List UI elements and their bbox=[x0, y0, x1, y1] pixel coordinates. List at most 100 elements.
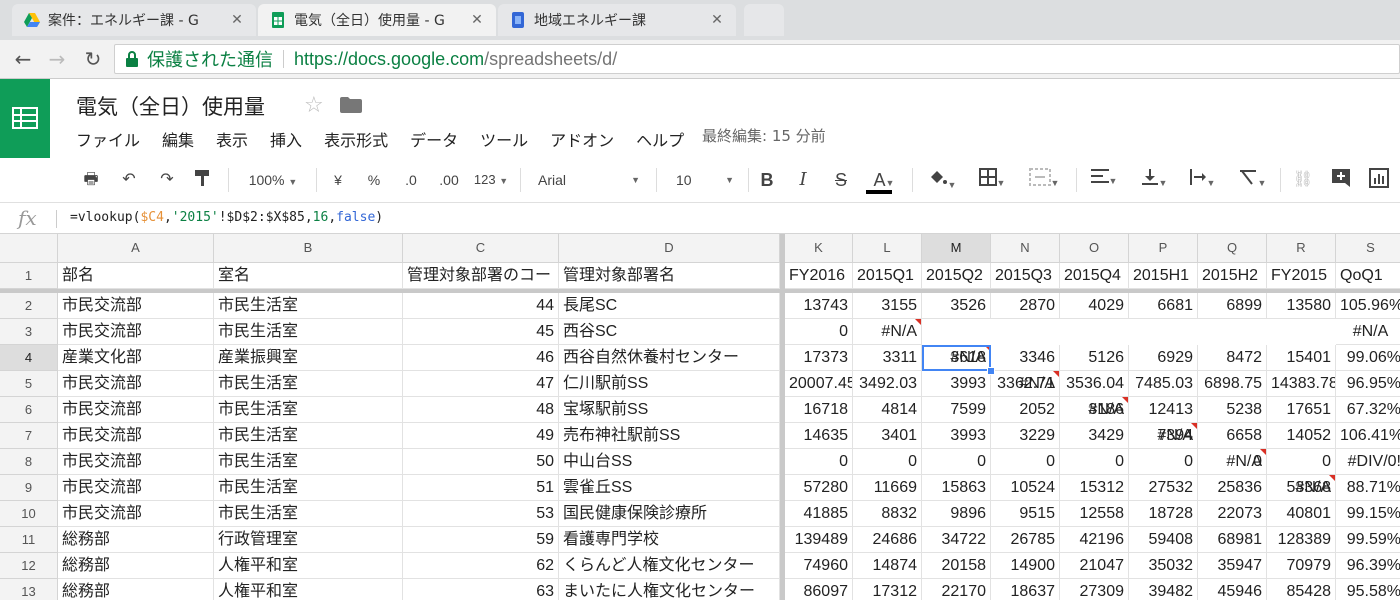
star-icon[interactable]: ☆ bbox=[304, 93, 324, 118]
column-header-k[interactable]: K bbox=[785, 234, 853, 263]
table-cell[interactable]: 0 bbox=[853, 449, 922, 475]
close-icon[interactable]: ✕ bbox=[470, 12, 484, 28]
row-number[interactable]: 1 bbox=[0, 263, 58, 289]
table-cell[interactable]: 市民生活室 bbox=[214, 475, 403, 501]
row-number[interactable]: 9 bbox=[0, 475, 58, 501]
table-cell[interactable]: 7394 bbox=[1129, 423, 1198, 449]
text-rotation-button[interactable]: ▼ bbox=[1232, 168, 1272, 192]
undo-icon[interactable]: ↶ bbox=[116, 168, 142, 192]
table-cell[interactable]: 35032 bbox=[1129, 553, 1198, 579]
new-tab-button[interactable] bbox=[744, 4, 784, 36]
tab-drive[interactable]: 案件：エネルギー課 - G ✕ bbox=[12, 4, 256, 36]
table-cell[interactable]: 68981 bbox=[1198, 527, 1267, 553]
table-cell[interactable]: 中山台SS bbox=[559, 449, 780, 475]
table-cell[interactable]: 市民生活室 bbox=[214, 423, 403, 449]
table-cell[interactable]: 市民交流部 bbox=[58, 293, 214, 319]
table-cell[interactable]: 11669 bbox=[853, 475, 922, 501]
table-cell[interactable]: 57280 bbox=[785, 475, 853, 501]
column-header-r[interactable]: R bbox=[1267, 234, 1336, 263]
table-cell[interactable]: 市民生活室 bbox=[214, 319, 403, 345]
table-cell[interactable]: 西谷自然休養村センター bbox=[559, 345, 780, 371]
table-cell[interactable]: 4029 bbox=[1060, 293, 1129, 319]
table-cell[interactable]: #N/A bbox=[1336, 319, 1400, 345]
table-cell[interactable]: 0 bbox=[1267, 449, 1336, 475]
header-cell[interactable]: 2015H1 bbox=[1129, 263, 1198, 289]
table-cell[interactable]: くらんど人権文化センター bbox=[559, 553, 780, 579]
table-cell[interactable]: 3311 bbox=[853, 345, 922, 371]
column-header-p[interactable]: P bbox=[1129, 234, 1198, 263]
table-cell[interactable]: 27309 bbox=[1060, 579, 1129, 600]
insert-link-icon[interactable]: ⛓ bbox=[1290, 168, 1316, 192]
insert-comment-icon[interactable] bbox=[1328, 168, 1354, 192]
table-cell[interactable]: 0 bbox=[785, 449, 853, 475]
header-cell[interactable]: 2015Q4 bbox=[1060, 263, 1129, 289]
header-cell[interactable]: 2015Q3 bbox=[991, 263, 1060, 289]
decrease-decimal-button[interactable]: .0 bbox=[396, 168, 426, 192]
row-number[interactable]: 3 bbox=[0, 319, 58, 345]
table-cell[interactable]: 5238 bbox=[1198, 397, 1267, 423]
table-cell[interactable]: 6658 bbox=[1198, 423, 1267, 449]
table-cell[interactable]: 53368 bbox=[1267, 475, 1336, 501]
menu-file[interactable]: ファイル bbox=[76, 127, 140, 151]
table-cell[interactable]: 2052 bbox=[991, 397, 1060, 423]
text-wrap-button[interactable]: ▼ bbox=[1182, 168, 1222, 192]
table-cell[interactable]: #DIV/0! bbox=[1336, 449, 1400, 475]
last-edit-label[interactable]: 最終編集: 15 分前 bbox=[702, 125, 826, 146]
close-icon[interactable]: ✕ bbox=[710, 12, 724, 28]
table-cell[interactable]: 18637 bbox=[991, 579, 1060, 600]
table-cell[interactable]: 45946 bbox=[1198, 579, 1267, 600]
table-cell[interactable]: 人権平和室 bbox=[214, 553, 403, 579]
table-cell[interactable]: 96.39% bbox=[1336, 553, 1400, 579]
table-cell[interactable]: 12413 bbox=[1129, 397, 1198, 423]
zoom-select[interactable]: 100% ▼ bbox=[240, 168, 306, 192]
table-cell[interactable]: 39482 bbox=[1129, 579, 1198, 600]
insert-chart-icon[interactable] bbox=[1366, 168, 1392, 192]
table-cell[interactable]: 市民生活室 bbox=[214, 397, 403, 423]
header-cell[interactable]: FY2015 bbox=[1267, 263, 1336, 289]
header-cell[interactable]: 管理対象部署名 bbox=[559, 263, 780, 289]
row-number[interactable]: 4 bbox=[0, 345, 58, 371]
table-cell[interactable]: 市民交流部 bbox=[58, 397, 214, 423]
frozen-row-divider[interactable] bbox=[0, 289, 1400, 293]
table-cell[interactable]: 3346 bbox=[991, 345, 1060, 371]
table-cell[interactable]: 13580 bbox=[1267, 293, 1336, 319]
table-cell[interactable]: 3362.71 bbox=[991, 371, 1060, 397]
table-cell[interactable]: 20007.45 bbox=[785, 371, 853, 397]
column-header-a[interactable]: A bbox=[58, 234, 214, 263]
forward-icon[interactable]: → bbox=[46, 48, 68, 70]
row-number[interactable]: 13 bbox=[0, 579, 58, 600]
table-cell[interactable]: 3401 bbox=[853, 423, 922, 449]
header-cell[interactable]: QoQ1 bbox=[1336, 263, 1400, 289]
table-cell[interactable]: 49 bbox=[403, 423, 559, 449]
table-cell[interactable]: 63 bbox=[403, 579, 559, 600]
column-header-s[interactable]: S bbox=[1336, 234, 1400, 263]
table-cell[interactable]: 17651 bbox=[1267, 397, 1336, 423]
table-cell[interactable]: 25836 bbox=[1198, 475, 1267, 501]
table-cell[interactable]: 18728 bbox=[1129, 501, 1198, 527]
menu-addons[interactable]: アドオン bbox=[550, 127, 614, 151]
table-cell[interactable]: 市民交流部 bbox=[58, 319, 214, 345]
table-cell[interactable]: 市民生活室 bbox=[214, 293, 403, 319]
table-cell[interactable]: 40801 bbox=[1267, 501, 1336, 527]
column-header-l[interactable]: L bbox=[853, 234, 922, 263]
folder-icon[interactable] bbox=[340, 97, 362, 113]
row-number[interactable]: 6 bbox=[0, 397, 58, 423]
table-cell[interactable]: 48 bbox=[403, 397, 559, 423]
table-cell[interactable]: 44 bbox=[403, 293, 559, 319]
sheets-logo[interactable] bbox=[0, 79, 50, 158]
table-cell[interactable]: 8832 bbox=[853, 501, 922, 527]
table-cell[interactable]: 国民健康保険診療所 bbox=[559, 501, 780, 527]
table-cell[interactable]: 22073 bbox=[1198, 501, 1267, 527]
row-number[interactable]: 10 bbox=[0, 501, 58, 527]
table-cell[interactable]: 99.06% bbox=[1336, 345, 1400, 371]
table-cell[interactable]: 2870 bbox=[991, 293, 1060, 319]
merge-cells-button[interactable]: ▼ bbox=[1022, 168, 1066, 192]
vertical-align-button[interactable]: ▼ bbox=[1134, 168, 1174, 192]
column-header-d[interactable]: D bbox=[559, 234, 780, 263]
font-size-select[interactable]: 10 ▼ bbox=[668, 168, 738, 192]
header-cell[interactable]: 管理対象部署のコー bbox=[403, 263, 559, 289]
table-cell[interactable]: 17373 bbox=[785, 345, 853, 371]
italic-button[interactable]: I bbox=[792, 168, 814, 192]
table-cell[interactable]: 106.41% bbox=[1336, 423, 1400, 449]
table-cell[interactable]: 市民生活室 bbox=[214, 501, 403, 527]
